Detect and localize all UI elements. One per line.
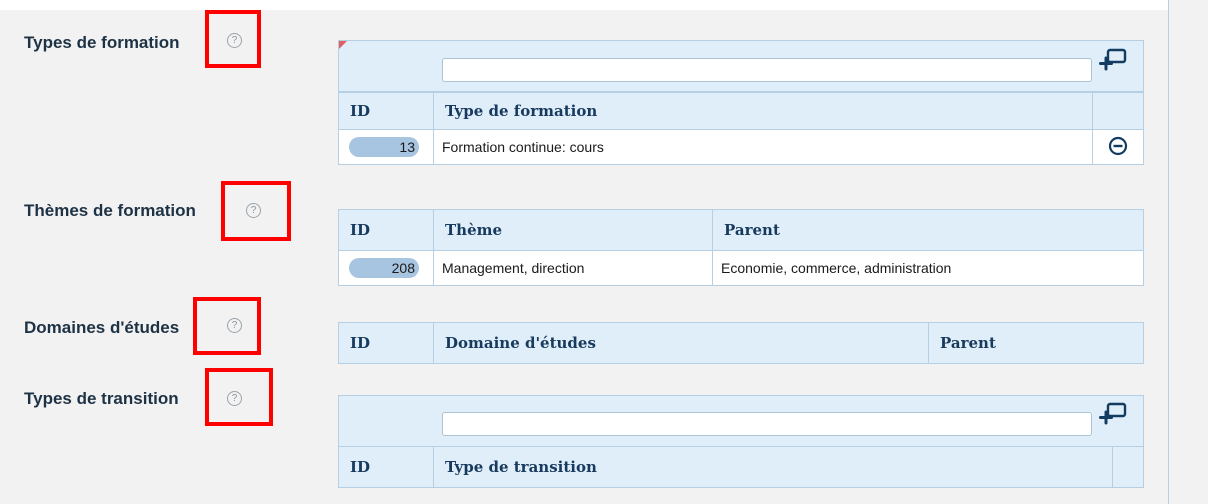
types-transition-table: ID Type de transition (338, 446, 1144, 488)
themes-formation-table: ID Thème Parent 208 Management, directio… (338, 209, 1144, 286)
id-cell: 13 (338, 129, 434, 165)
highlight-box (205, 10, 261, 68)
types-formation-table: ID Type de formation 13 Formation contin… (338, 92, 1144, 165)
column-header-type-transition: Type de transition (433, 446, 1113, 488)
column-header-parent: Parent (928, 322, 1144, 364)
highlight-box (205, 368, 273, 426)
remove-circle-icon (1108, 136, 1128, 155)
id-pill[interactable]: 208 (349, 258, 419, 278)
column-header-id: ID (338, 92, 434, 130)
types-transition-label: Types de transition (24, 389, 179, 408)
column-header-id: ID (338, 446, 434, 488)
id-cell: 208 (338, 250, 434, 286)
themes-formation-label: Thèmes de formation (24, 201, 196, 220)
highlight-box (221, 181, 291, 241)
types-formation-label: Types de formation (24, 33, 180, 52)
column-header-actions (1092, 92, 1144, 130)
content-divider (1168, 0, 1169, 504)
top-strip (0, 0, 1168, 10)
table-row: 208 Management, direction Economie, comm… (338, 250, 1144, 286)
column-header-theme: Thème (433, 209, 713, 251)
remove-row-button[interactable] (1092, 129, 1144, 165)
column-header-type-formation: Type de formation (433, 92, 1093, 130)
column-header-actions (1112, 446, 1144, 488)
domaines-etudes-table: ID Domaine d'études Parent (338, 322, 1144, 364)
parent-cell: Economie, commerce, administration (712, 250, 1144, 286)
column-header-id: ID (338, 209, 434, 251)
type-formation-cell: Formation continue: cours (433, 129, 1093, 165)
types-transition-filter-input[interactable] (442, 412, 1092, 436)
theme-cell: Management, direction (433, 250, 713, 286)
domaines-etudes-label: Domaines d'études (24, 318, 180, 337)
corner-marker (339, 41, 347, 49)
table-row: 13 Formation continue: cours (338, 129, 1144, 165)
add-item-icon[interactable] (1098, 47, 1128, 73)
column-header-id: ID (338, 322, 434, 364)
id-pill[interactable]: 13 (349, 137, 419, 157)
column-header-domaine: Domaine d'études (433, 322, 929, 364)
types-formation-filter-input[interactable] (442, 58, 1092, 82)
highlight-box (193, 297, 261, 355)
add-item-icon[interactable] (1098, 401, 1128, 427)
column-header-parent: Parent (712, 209, 1144, 251)
